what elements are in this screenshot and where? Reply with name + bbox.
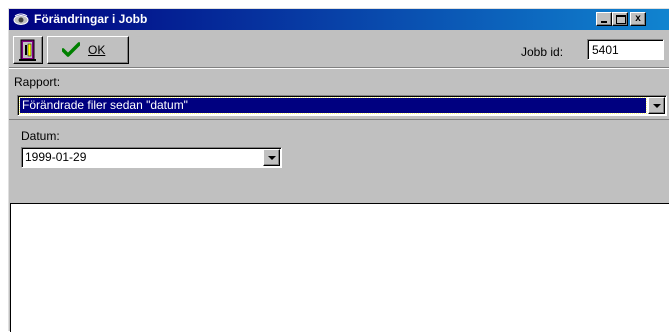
datum-selected-value: 1999-01-29 [25,150,87,164]
job-id-label: Jobb id: [521,45,564,59]
maximize-button[interactable] [612,12,628,26]
datum-label: Datum: [21,129,60,143]
eye-icon [13,13,29,25]
door-exit-icon [19,39,36,61]
checkmark-icon [62,42,80,57]
minimize-button[interactable] [596,12,612,26]
chevron-down-icon[interactable] [648,97,665,114]
rapport-dropdown[interactable]: Förändrade filer sedan "datum" [17,95,667,116]
chevron-down-icon[interactable] [263,149,280,166]
titlebar[interactable]: Förändringar i Jobb x [9,9,669,30]
window: Förändringar i Jobb x OK Jobb id: Rappor… [8,8,669,332]
job-id-input[interactable] [587,39,664,60]
page-top-strip [0,0,669,8]
ok-button-label: OK [88,43,106,57]
exit-button[interactable] [13,36,43,64]
window-title: Förändringar i Jobb [34,12,148,26]
datum-dropdown[interactable]: 1999-01-29 [21,147,282,168]
toolbar: OK Jobb id: [9,31,669,68]
ok-button[interactable]: OK [47,36,129,64]
rapport-section: Rapport: Förändrade filer sedan "datum" [9,68,669,120]
close-button[interactable]: x [630,12,646,26]
datum-section: Datum: 1999-01-29 [9,121,669,201]
rapport-selected-value: Förändrade filer sedan "datum" [19,97,647,114]
rapport-label: Rapport: [14,75,61,89]
results-area[interactable] [10,203,669,332]
close-icon: x [635,13,641,24]
